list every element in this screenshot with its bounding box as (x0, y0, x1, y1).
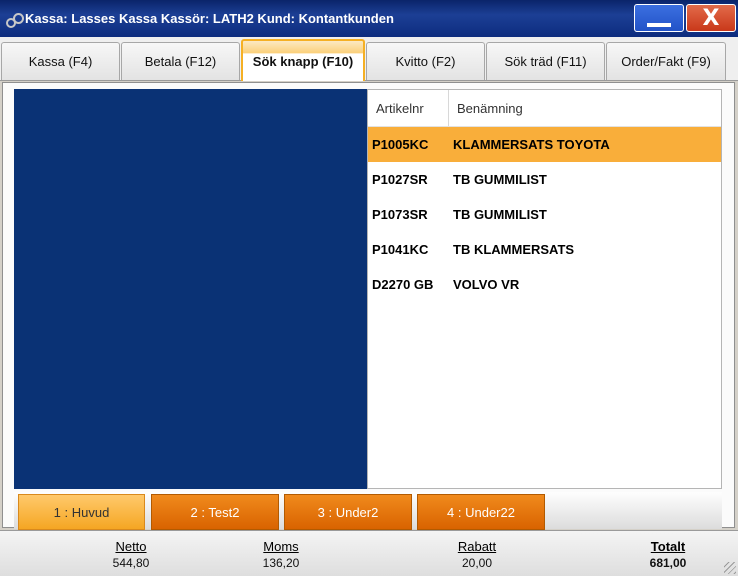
netto-label: Netto (115, 539, 147, 554)
result-row[interactable]: P1027SR TB GUMMILIST (368, 162, 721, 197)
total-moms: Moms 136,20 (241, 538, 321, 572)
row-benamning: KLAMMERSATS TOYOTA (453, 137, 610, 152)
tab-betala[interactable]: Betala (F12) (121, 42, 240, 80)
row-artikelnr: P1041KC (372, 242, 429, 257)
totalt-value: 681,00 (649, 556, 687, 570)
results-header: Artikelnr Benämning (368, 90, 721, 127)
total-totalt: Totalt 681,00 (628, 538, 708, 572)
minimize-icon (647, 23, 671, 27)
search-results-list: Artikelnr Benämning P1005KC KLAMMERSATS … (367, 89, 722, 489)
total-netto: Netto 544,80 (91, 538, 171, 572)
button-area-panel (14, 89, 367, 489)
totalt-label: Totalt (650, 539, 686, 554)
resize-grip-icon[interactable] (724, 562, 736, 574)
group-button-test2[interactable]: 2 : Test2 (151, 494, 279, 530)
netto-value: 544,80 (112, 556, 150, 570)
total-rabatt: Rabatt 20,00 (437, 538, 517, 572)
group-button-under2[interactable]: 3 : Under2 (284, 494, 412, 530)
column-header-benamning[interactable]: Benämning (449, 90, 523, 126)
moms-label: Moms (263, 539, 299, 554)
row-artikelnr: D2270 GB (372, 277, 434, 292)
main-panel: Artikelnr Benämning P1005KC KLAMMERSATS … (2, 82, 735, 530)
row-benamning: VOLVO VR (453, 277, 520, 292)
moms-value: 136,20 (262, 556, 300, 570)
tab-kvitto[interactable]: Kvitto (F2) (366, 42, 485, 80)
result-row[interactable]: D2270 GB VOLVO VR (368, 267, 721, 302)
scissors-app-icon (5, 11, 24, 28)
rabatt-label: Rabatt (457, 539, 497, 554)
row-artikelnr: P1005KC (372, 137, 429, 152)
minimize-button[interactable] (634, 4, 684, 32)
row-artikelnr: P1027SR (372, 172, 428, 187)
row-artikelnr: P1073SR (372, 207, 428, 222)
tab-sok-knapp[interactable]: Sök knapp (F10) (241, 39, 365, 81)
title-bar: Kassa: Lasses Kassa Kassör: LATH2 Kund: … (0, 0, 738, 37)
row-benamning: TB GUMMILIST (453, 207, 547, 222)
result-row[interactable]: P1041KC TB KLAMMERSATS (368, 232, 721, 267)
tab-order-fakt[interactable]: Order/Fakt (F9) (606, 42, 726, 80)
row-benamning: TB GUMMILIST (453, 172, 547, 187)
row-benamning: TB KLAMMERSATS (453, 242, 575, 257)
group-button-under22[interactable]: 4 : Under22 (417, 494, 545, 530)
rabatt-value: 20,00 (461, 556, 493, 570)
totals-bar: Netto 544,80 Moms 136,20 Rabatt 20,00 To… (0, 530, 738, 576)
result-row[interactable]: P1005KC KLAMMERSATS TOYOTA (368, 127, 721, 162)
column-header-artikelnr[interactable]: Artikelnr (368, 90, 449, 126)
group-button-huvud[interactable]: 1 : Huvud (18, 494, 145, 530)
tab-bar: Kassa (F4) Betala (F12) Sök knapp (F10) … (0, 37, 738, 81)
tab-kassa[interactable]: Kassa (F4) (1, 42, 120, 80)
close-button[interactable]: X (686, 4, 736, 32)
tab-sok-trad[interactable]: Sök träd (F11) (486, 42, 605, 80)
window-title: Kassa: Lasses Kassa Kassör: LATH2 Kund: … (25, 11, 394, 26)
button-group-bar: 1 : Huvud 2 : Test2 3 : Under2 4 : Under… (14, 492, 722, 530)
result-row[interactable]: P1073SR TB GUMMILIST (368, 197, 721, 232)
